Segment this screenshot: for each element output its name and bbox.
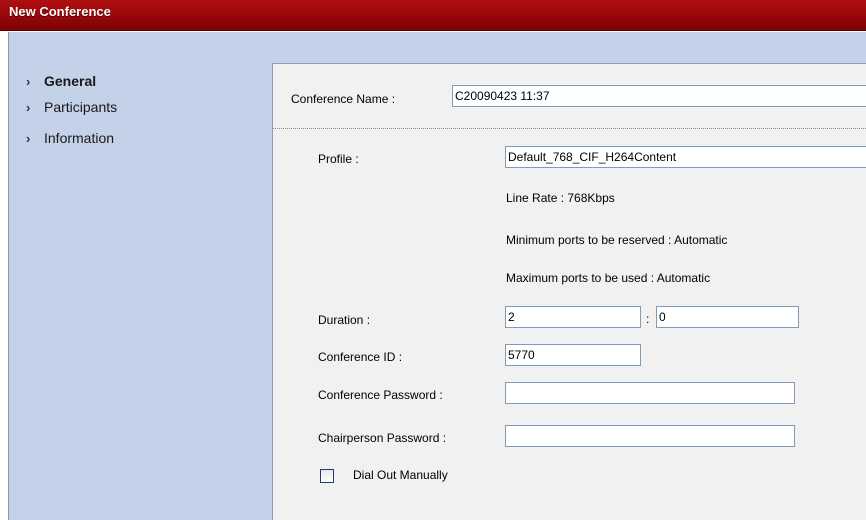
duration-hours-input[interactable]: 2 xyxy=(505,306,641,328)
sidebar-item-participants[interactable]: › Participants xyxy=(26,98,117,116)
conference-name-input[interactable]: C20090423 11:37 xyxy=(452,85,866,107)
sidebar-item-general[interactable]: › General xyxy=(26,72,96,90)
dial-out-manually-label: Dial Out Manually xyxy=(353,468,448,482)
chairperson-password-label: Chairperson Password : xyxy=(318,431,447,445)
sidebar-nav: › General › Participants › Information xyxy=(9,32,271,520)
chairperson-password-input[interactable] xyxy=(505,425,795,447)
sidebar-item-label: General xyxy=(44,73,97,89)
window-titlebar: New Conference xyxy=(0,0,866,31)
min-ports-text: Minimum ports to be reserved : Automatic xyxy=(506,233,728,247)
conference-id-label: Conference ID : xyxy=(318,350,403,364)
chevron-right-icon: › xyxy=(26,130,31,146)
profile-select[interactable]: Default_768_CIF_H264Content xyxy=(505,146,866,168)
general-panel: Conference Name : C20090423 11:37 Profil… xyxy=(272,63,866,520)
dial-out-manually-checkbox[interactable] xyxy=(320,469,334,483)
sidebar-item-information[interactable]: › Information xyxy=(26,129,114,147)
line-rate-text: Line Rate : 768Kbps xyxy=(506,191,615,205)
chevron-right-icon: › xyxy=(26,73,31,89)
conference-id-input[interactable]: 5770 xyxy=(505,344,641,366)
sidebar-item-label: Participants xyxy=(44,99,118,115)
conference-password-label: Conference Password : xyxy=(318,388,443,402)
max-ports-text: Maximum ports to be used : Automatic xyxy=(506,271,711,285)
profile-label: Profile : xyxy=(318,152,359,166)
duration-separator: : xyxy=(646,312,650,326)
chevron-right-icon: › xyxy=(26,99,31,115)
duration-minutes-input[interactable]: 0 xyxy=(656,306,799,328)
duration-label: Duration : xyxy=(318,313,371,327)
window-title: New Conference xyxy=(9,4,111,19)
section-divider xyxy=(273,128,866,129)
sidebar-item-label: Information xyxy=(44,130,115,146)
conference-password-input[interactable] xyxy=(505,382,795,404)
dialog-body: › General › Participants › Information C… xyxy=(8,32,866,520)
conference-name-label: Conference Name : xyxy=(291,92,396,106)
